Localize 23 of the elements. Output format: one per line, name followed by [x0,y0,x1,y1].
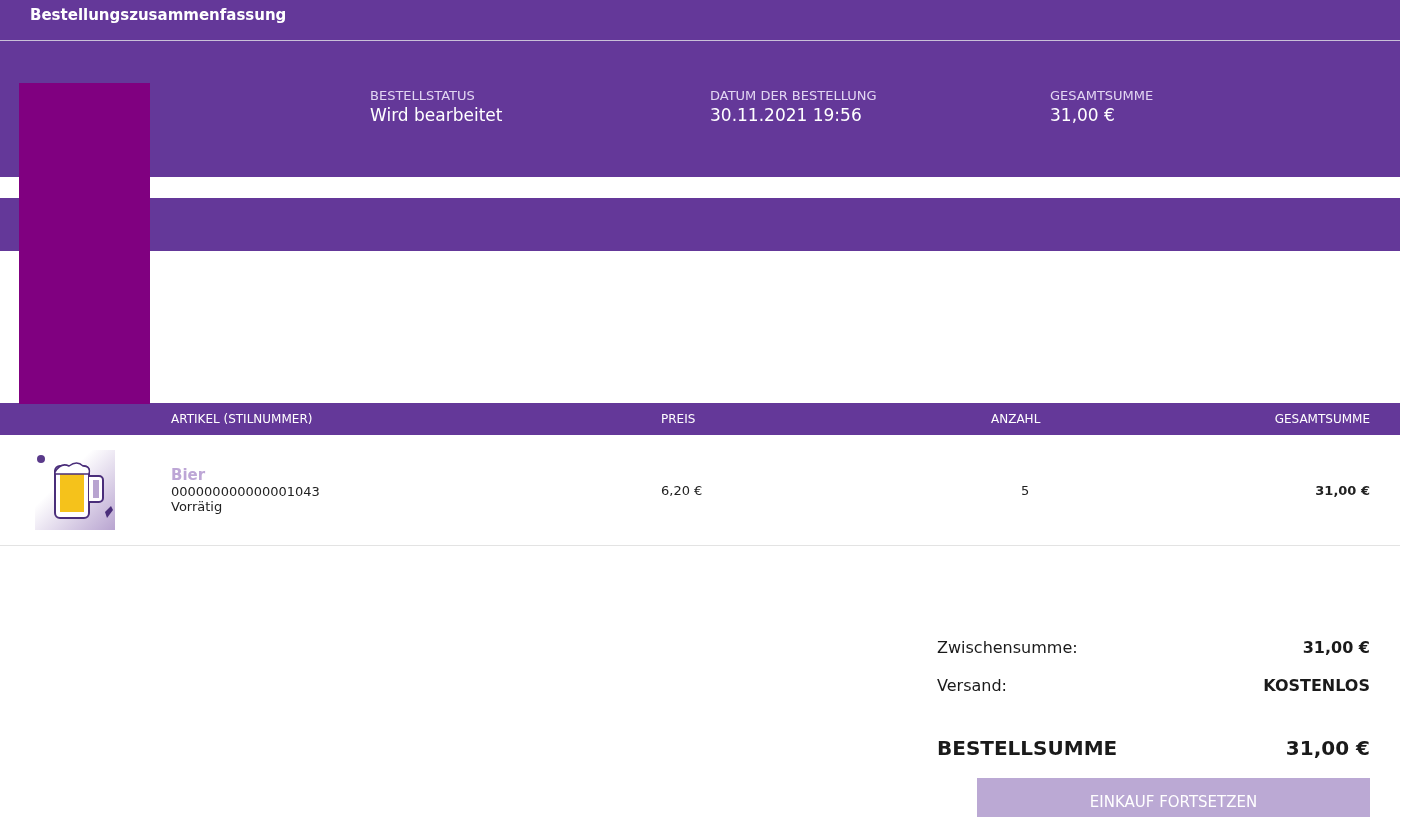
quantity-cell: 5 [1021,482,1030,498]
style-number: 000000000000001043 [171,484,321,499]
summary-label: Versand: [937,675,1007,695]
summary-label: BESTELLSUMME [937,736,1118,760]
column-header: ANZAHL [991,412,1042,426]
summary-value: KOSTENLOS [1263,675,1370,695]
info-value: 30.11.2021 19:56 [710,105,863,125]
info-label: DATUM DER BESTELLUNG [710,88,878,103]
column-header: ARTIKEL (STILNUMMER) [171,412,314,426]
column-header: GESAMTSUMME [1273,412,1370,426]
product-name[interactable]: Bier [171,466,661,484]
info-label: GESAMTSUMME [1050,88,1155,103]
summary-value: 31,00 € [1302,637,1370,657]
page-title: Bestellungszusammenfassung [30,6,287,24]
total-cell: 31,00 € [1315,482,1370,498]
info-label: BESTELLSTATUS [370,88,476,103]
continue-shopping-button[interactable]: EINKAUF FORTSETZEN [977,778,1370,817]
summary-label: Zwischensumme: [937,637,1078,657]
price-cell: 6,20 € [661,482,703,498]
info-value: Wird bearbeitet [370,105,504,125]
availability-text: Vorrätig [171,499,224,514]
info-value: 31,00 € [1050,105,1116,125]
summary-value: 31,00 € [1285,736,1370,760]
